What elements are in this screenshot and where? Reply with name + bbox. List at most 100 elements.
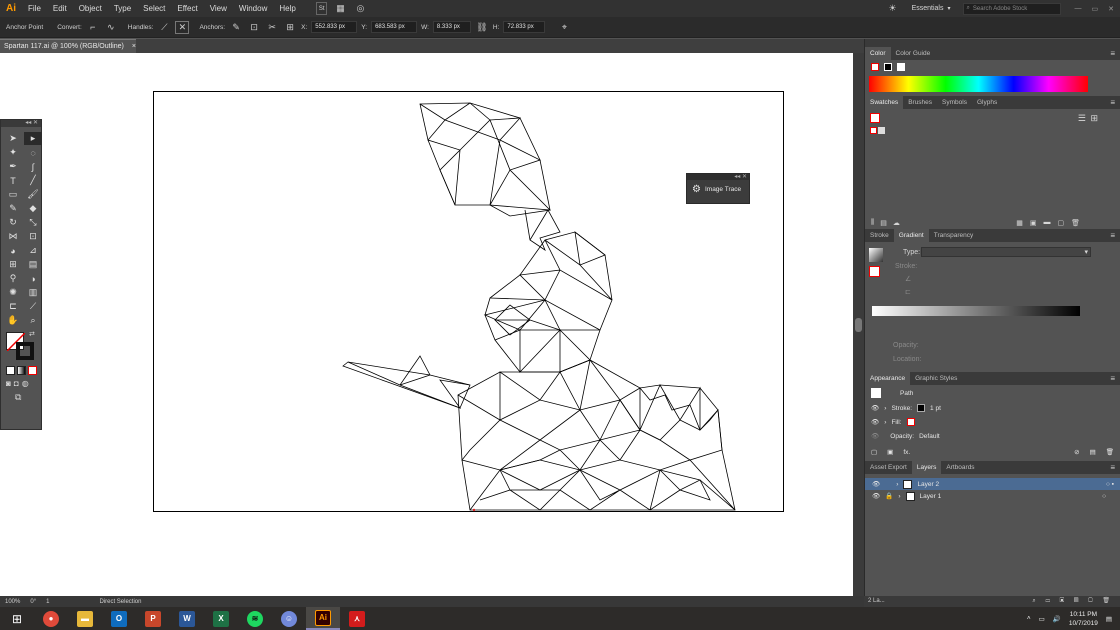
lasso-icon[interactable]: ◌ xyxy=(24,146,42,159)
artboard-navigation[interactable]: 1 xyxy=(46,599,49,605)
line-tool-icon[interactable]: ╱ xyxy=(24,174,42,187)
tab-symbols[interactable]: Symbols xyxy=(937,96,972,109)
visibility-eye-icon[interactable]: 👁 xyxy=(872,480,880,488)
list-view-icon[interactable]: ☰ xyxy=(1078,113,1086,124)
expand-arrow-icon[interactable]: › xyxy=(896,481,898,488)
tab-artboards[interactable]: Artboards xyxy=(941,461,979,474)
tab-stroke[interactable]: Stroke xyxy=(865,229,894,242)
rotate-tool-icon[interactable]: ↻ xyxy=(4,216,22,229)
shape-builder-icon[interactable]: ◕ xyxy=(4,244,22,257)
visibility-eye-icon[interactable]: 👁 xyxy=(871,404,879,412)
start-button[interactable]: ⊞ xyxy=(0,607,34,630)
symbol-sprayer-icon[interactable]: ✺ xyxy=(4,286,22,299)
stock-search-input[interactable]: ⌕ Search Adobe Stock xyxy=(962,2,1061,15)
gradient-type-select[interactable]: ▾ xyxy=(921,247,1091,257)
layer-name[interactable]: Layer 2 xyxy=(917,481,939,488)
slice-tool-icon[interactable]: ⟋ xyxy=(24,300,42,313)
taskbar-powerpoint[interactable]: P xyxy=(136,607,170,630)
chevron-down-icon[interactable]: ▾ xyxy=(947,5,950,12)
panel-menu-icon[interactable]: ≡ xyxy=(1105,229,1120,242)
draw-normal-icon[interactable]: ◙ xyxy=(6,379,11,388)
swatch-registration[interactable] xyxy=(870,127,877,134)
type-tool-icon[interactable]: T xyxy=(4,174,22,187)
taskbar-excel[interactable]: X xyxy=(204,607,238,630)
gradient-fill-icon[interactable] xyxy=(869,266,880,277)
tab-appearance[interactable]: Appearance xyxy=(865,372,911,385)
gradient-tool-icon[interactable]: ▤ xyxy=(24,258,42,271)
layers-footer-icons[interactable]: ⌕ ▭ ▣ ▤ ▢ 🗑 xyxy=(1032,596,1120,607)
width-tool-icon[interactable]: ⋈ xyxy=(4,230,22,243)
direct-selection-tool-icon[interactable]: ▸ xyxy=(24,132,42,145)
scale-tool-icon[interactable]: ⤡ xyxy=(24,216,42,229)
image-trace-label[interactable]: Image Trace xyxy=(705,186,741,193)
tab-layers[interactable]: Layers xyxy=(911,461,942,474)
stroke-swatch[interactable] xyxy=(16,342,34,360)
new-folder-icon[interactable]: ▬ xyxy=(1043,219,1050,227)
new-color-group-icon[interactable]: ▣ xyxy=(1030,219,1037,227)
none-mode-icon[interactable] xyxy=(28,366,37,375)
artboard-tool-icon[interactable]: ⊏ xyxy=(4,300,22,313)
wireframe-artwork[interactable] xyxy=(0,0,864,596)
taskbar-discord[interactable]: ☺ xyxy=(272,607,306,630)
opacity-label[interactable]: Opacity: xyxy=(890,433,914,440)
paintbrush-icon[interactable]: 🖌 xyxy=(24,188,42,201)
visibility-eye-icon[interactable]: 👁 xyxy=(871,432,879,440)
panel-menu-icon[interactable]: ≡ xyxy=(1105,47,1120,60)
eraser-icon[interactable]: ◆ xyxy=(24,202,42,215)
lightbulb-icon[interactable]: ☀ xyxy=(886,2,900,15)
swatch-cloud-icon[interactable]: ☁ xyxy=(893,219,900,227)
pen-tool-icon[interactable]: ✒ xyxy=(4,160,22,173)
tab-brushes[interactable]: Brushes xyxy=(903,96,937,109)
workspace-switcher[interactable]: Essentials xyxy=(912,5,944,12)
curvature-tool-icon[interactable]: ∫ xyxy=(24,160,42,173)
maximize-icon[interactable]: ▭ xyxy=(1092,5,1099,13)
expand-arrow-icon[interactable]: › xyxy=(884,405,886,412)
taskbar-word[interactable]: W xyxy=(170,607,204,630)
tab-gradient[interactable]: Gradient xyxy=(893,229,929,242)
appearance-fill-row[interactable]: 👁 › Fill: xyxy=(865,415,1120,429)
taskbar-outlook[interactable]: O xyxy=(102,607,136,630)
rectangle-tool-icon[interactable]: ▭ xyxy=(4,188,22,201)
draw-behind-icon[interactable]: ◘ xyxy=(14,379,19,388)
tab-glyphs[interactable]: Glyphs xyxy=(972,96,1002,109)
toolbox-header[interactable]: ◂◂ ✕ xyxy=(1,120,41,127)
panel-menu-icon[interactable]: ≡ xyxy=(1105,461,1120,474)
add-fill-icon[interactable]: ▣ xyxy=(887,448,893,456)
stroke-color-swatch[interactable] xyxy=(917,404,926,412)
shaper-tool-icon[interactable]: ✎ xyxy=(4,202,22,215)
panel-menu-icon[interactable]: ≡ xyxy=(1105,372,1120,385)
tab-color[interactable]: Color xyxy=(865,47,891,60)
target-circle-icon[interactable]: ○ ▪ xyxy=(1106,481,1120,488)
stroke-weight[interactable]: 1 pt xyxy=(930,405,941,412)
notifications-icon[interactable]: ▤ xyxy=(1106,615,1112,623)
perspective-grid-icon[interactable]: ⊿ xyxy=(24,244,42,257)
color-spectrum[interactable] xyxy=(869,76,1088,92)
visibility-eye-icon[interactable]: 👁 xyxy=(871,418,879,426)
rotation-angle[interactable]: 0° xyxy=(30,599,36,605)
tab-graphic-styles[interactable]: Graphic Styles xyxy=(910,372,962,385)
clear-appearance-icon[interactable]: ⊘ xyxy=(1074,448,1079,456)
appearance-opacity-row[interactable]: 👁 Opacity: Default xyxy=(865,429,1120,443)
tab-transparency[interactable]: Transparency xyxy=(929,229,979,242)
tab-asset-export[interactable]: Asset Export xyxy=(865,461,912,474)
tab-color-guide[interactable]: Color Guide xyxy=(891,47,936,60)
screen-mode-icon[interactable]: ⧉ xyxy=(1,392,41,403)
draw-inside-icon[interactable]: ◍ xyxy=(22,379,29,388)
swatch-none[interactable] xyxy=(870,113,880,123)
volume-icon[interactable]: 🔊 xyxy=(1053,615,1061,623)
taskbar-acrobat[interactable]: ⋏ xyxy=(340,607,374,630)
taskbar-file-explorer[interactable]: ▬ xyxy=(68,607,102,630)
swap-fill-stroke-icon[interactable]: ⇄ xyxy=(29,330,35,338)
close-window-icon[interactable]: ✕ xyxy=(1108,5,1114,13)
add-effect-icon[interactable]: fx. xyxy=(903,449,910,456)
add-stroke-icon[interactable]: ▢ xyxy=(871,448,877,456)
taskbar-spotify[interactable]: ≋ xyxy=(238,607,272,630)
image-trace-icon[interactable]: ⚙ xyxy=(692,184,701,195)
eyedropper-icon[interactable]: ⚲ xyxy=(4,272,22,285)
column-graph-icon[interactable]: ▥ xyxy=(24,286,42,299)
free-transform-icon[interactable]: ⊡ xyxy=(24,230,42,243)
visibility-eye-icon[interactable]: 👁 xyxy=(872,492,880,500)
mesh-tool-icon[interactable]: ⊞ xyxy=(4,258,22,271)
taskbar-chrome[interactable]: ● xyxy=(34,607,68,630)
color-mode-icon[interactable] xyxy=(6,366,15,375)
